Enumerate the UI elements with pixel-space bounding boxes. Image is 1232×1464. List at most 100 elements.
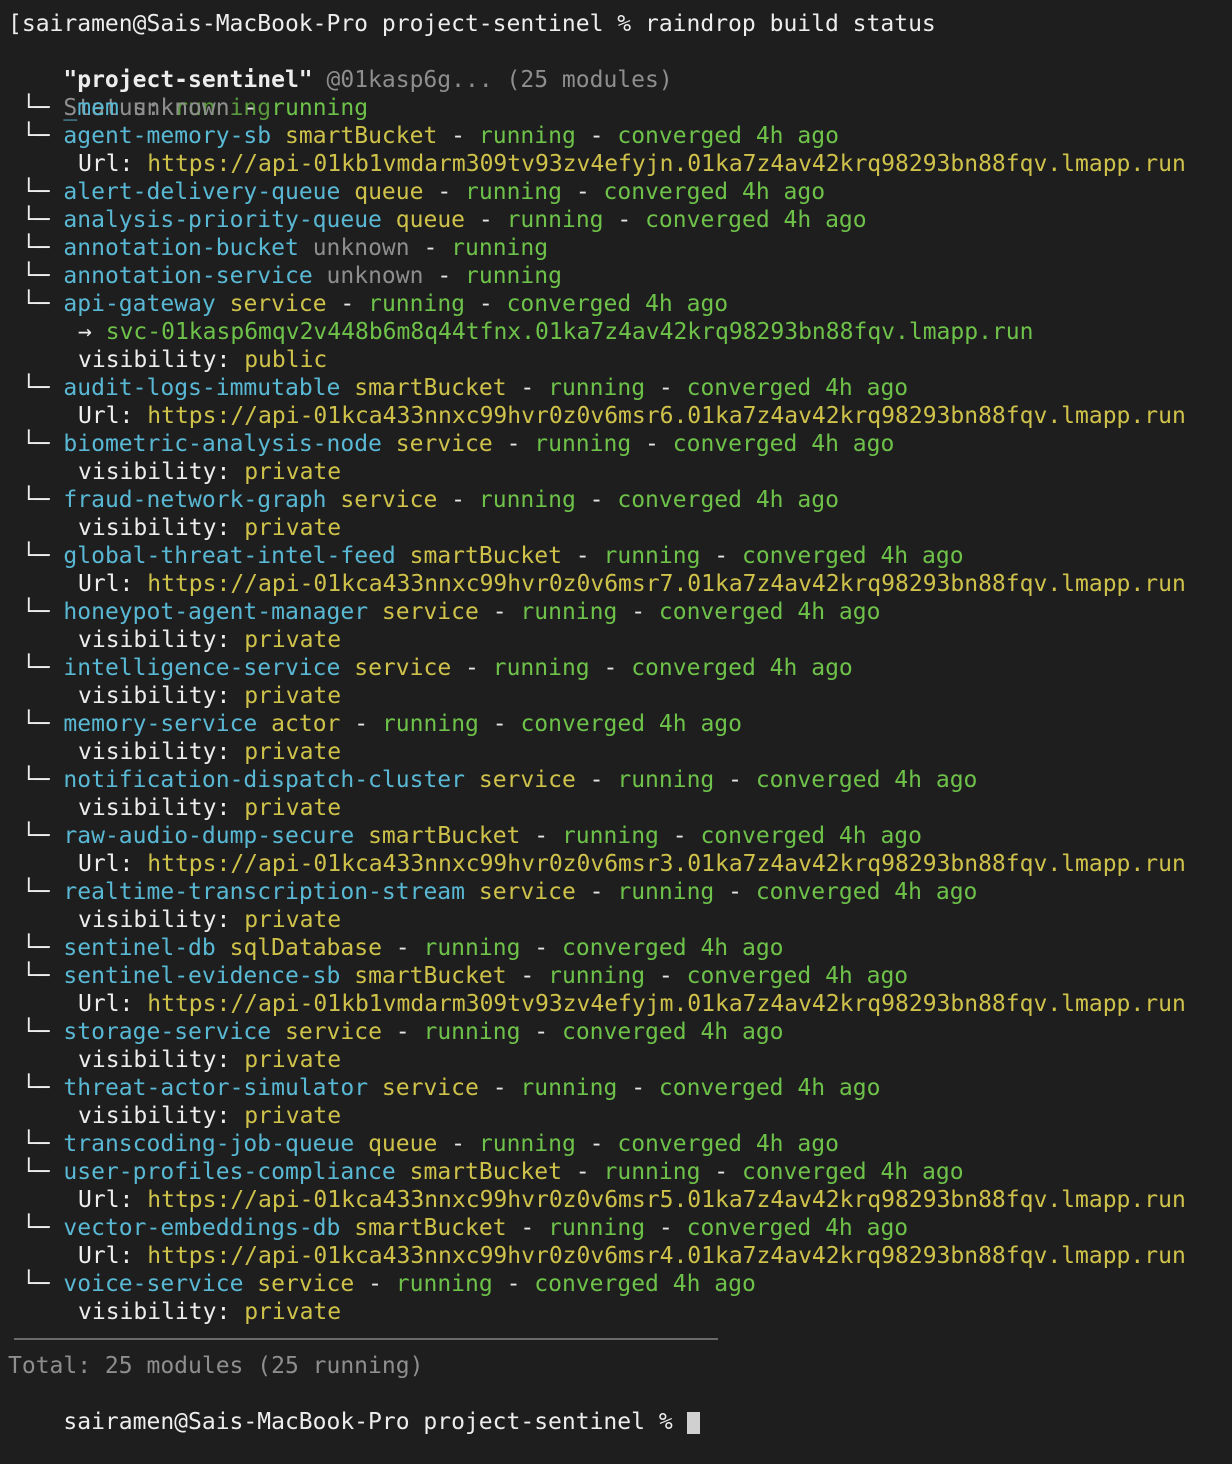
module-converged: converged 4h ago bbox=[686, 963, 909, 989]
module-name: memory-service bbox=[63, 711, 258, 737]
module-url-row: Url: https://api-01kca433nnxc99hvr0z0v6m… bbox=[8, 1242, 1232, 1270]
tree-branch-icon: └─ bbox=[21, 1131, 50, 1157]
module-converged: converged 4h ago bbox=[755, 767, 978, 793]
module-status: running bbox=[603, 543, 701, 569]
visibility-label: visibility: bbox=[78, 627, 231, 653]
tree-branch-icon: └─ bbox=[21, 179, 50, 205]
module-type: unknown bbox=[312, 235, 410, 261]
visibility-label: visibility: bbox=[78, 683, 231, 709]
tree-branch-icon: └─ bbox=[21, 543, 50, 569]
tree-branch-icon: └─ bbox=[21, 963, 50, 989]
module-status: running bbox=[617, 767, 715, 793]
tree-branch-icon: └─ bbox=[21, 599, 50, 625]
module-type: service bbox=[229, 291, 327, 317]
module-name: raw-audio-dump-secure bbox=[63, 823, 355, 849]
module-type: service bbox=[381, 1075, 479, 1101]
tree-branch-icon: └─ bbox=[21, 431, 50, 457]
module-converged: converged 4h ago bbox=[741, 543, 964, 569]
module-type: service bbox=[478, 767, 576, 793]
module-converged: converged 4h ago bbox=[561, 1019, 784, 1045]
module-status: running bbox=[465, 263, 562, 289]
module-status: running bbox=[561, 823, 659, 849]
module-url: https://api-01kca433nnxc99hvr0z0v6msr7.0… bbox=[147, 571, 1186, 597]
module-url-row: Url: https://api-01kca433nnxc99hvr0z0v6m… bbox=[8, 1186, 1232, 1214]
module-converged: converged 4h ago bbox=[700, 823, 922, 849]
module-converged: converged 4h ago bbox=[686, 1215, 909, 1241]
visibility-label: visibility: bbox=[78, 1047, 231, 1073]
module-type: smartBucket bbox=[354, 963, 507, 989]
module-name: audit-logs-immutable bbox=[63, 375, 341, 401]
tree-branch-icon: └─ bbox=[21, 235, 50, 261]
module-converged: converged 4h ago bbox=[617, 123, 839, 149]
visibility-label: visibility: bbox=[78, 739, 231, 765]
visibility-value: private bbox=[244, 795, 342, 821]
module-type: service bbox=[395, 431, 493, 457]
module-row: └─ notification-dispatch-cluster service… bbox=[21, 767, 978, 793]
project-header: "project-sentinel" @01kasp6g... (25 modu… bbox=[8, 38, 1232, 93]
module-name: global-threat-intel-feed bbox=[63, 543, 396, 569]
module-url: https://api-01kca433nnxc99hvr0z0v6msr4.0… bbox=[147, 1243, 1186, 1269]
module-converged: converged 4h ago bbox=[534, 1271, 756, 1297]
module-type: smartBucket bbox=[285, 123, 438, 149]
module-url: https://api-01kca433nnxc99hvr0z0v6msr5.0… bbox=[147, 1187, 1186, 1213]
module-converged: converged 4h ago bbox=[617, 1131, 839, 1157]
tree-branch-icon: └─ bbox=[21, 1159, 50, 1185]
module-type: unknown bbox=[326, 263, 424, 289]
visibility-value: private bbox=[244, 683, 342, 709]
module-name: analysis-priority-queue bbox=[63, 207, 382, 233]
module-row: └─ audit-logs-immutable smartBucket - ru… bbox=[21, 375, 909, 401]
module-converged: converged 4h ago bbox=[561, 935, 784, 961]
module-row: └─ agent-memory-sb smartBucket - running… bbox=[21, 123, 839, 149]
project-name: "project-sentinel" bbox=[63, 67, 313, 93]
module-row: └─ analysis-priority-queue queue - runni… bbox=[21, 207, 867, 233]
tree-branch-icon: └─ bbox=[21, 375, 50, 401]
module-row: └─ fraud-network-graph service - running… bbox=[21, 487, 839, 513]
module-name: _mem bbox=[63, 95, 119, 121]
tree-branch-icon: └─ bbox=[21, 767, 50, 793]
visibility-label: visibility: bbox=[78, 347, 231, 373]
tree-branch-icon: └─ bbox=[21, 879, 50, 905]
module-type: unknown bbox=[132, 95, 230, 121]
terminal-window[interactable]: [sairamen@Sais-MacBook-Pro project-senti… bbox=[0, 0, 1232, 1435]
module-converged: converged 4h ago bbox=[672, 431, 895, 457]
module-endpoint-row: → svc-01kasp6mqv2v448b6m8q44tfnx.01ka7z4… bbox=[8, 318, 1232, 346]
visibility-value: public bbox=[244, 347, 328, 373]
module-name: api-gateway bbox=[63, 291, 216, 317]
next-prompt-line[interactable]: sairamen@Sais-MacBook-Pro project-sentin… bbox=[8, 1380, 1232, 1435]
module-name: fraud-network-graph bbox=[63, 487, 327, 513]
tree-branch-icon: └─ bbox=[21, 95, 50, 121]
module-status: running bbox=[520, 599, 618, 625]
module-row: └─ intelligence-service service - runnin… bbox=[21, 655, 853, 681]
module-visibility-row: visibility: private bbox=[8, 682, 1232, 710]
module-status: running bbox=[506, 207, 604, 233]
module-url-row: Url: https://api-01kb1vmdarm309tv93zv4ef… bbox=[8, 990, 1232, 1018]
module-status: running bbox=[395, 1271, 493, 1297]
module-name: biometric-analysis-node bbox=[63, 431, 382, 457]
module-converged: converged 4h ago bbox=[658, 1075, 881, 1101]
url-label: Url: bbox=[78, 571, 134, 597]
visibility-value: private bbox=[244, 739, 342, 765]
tree-branch-icon: └─ bbox=[21, 487, 50, 513]
tree-branch-icon: └─ bbox=[21, 711, 50, 737]
module-type: smartBucket bbox=[409, 1159, 562, 1185]
module-status: running bbox=[478, 487, 576, 513]
module-row: └─ sentinel-db sqlDatabase - running - c… bbox=[21, 935, 784, 961]
module-visibility-row: visibility: private bbox=[8, 738, 1232, 766]
module-row: └─ annotation-service unknown - running bbox=[21, 263, 562, 289]
module-visibility-row: visibility: public bbox=[8, 346, 1232, 374]
module-type: smartBucket bbox=[368, 823, 521, 849]
visibility-value: private bbox=[244, 515, 342, 541]
module-status: running bbox=[603, 1159, 701, 1185]
module-row: └─ transcoding-job-queue queue - running… bbox=[21, 1131, 839, 1157]
module-name: sentinel-db bbox=[63, 935, 216, 961]
module-visibility-row: visibility: private bbox=[8, 1102, 1232, 1130]
tree-branch-icon: └─ bbox=[21, 207, 50, 233]
module-type: service bbox=[381, 599, 479, 625]
tree-branch-icon: └─ bbox=[21, 655, 50, 681]
module-name: threat-actor-simulator bbox=[63, 1075, 369, 1101]
module-visibility-row: visibility: private bbox=[8, 794, 1232, 822]
module-row: └─ honeypot-agent-manager service - runn… bbox=[21, 599, 881, 625]
tree-branch-icon: └─ bbox=[21, 263, 50, 289]
module-status: running bbox=[368, 291, 466, 317]
module-converged: converged 4h ago bbox=[617, 487, 839, 513]
